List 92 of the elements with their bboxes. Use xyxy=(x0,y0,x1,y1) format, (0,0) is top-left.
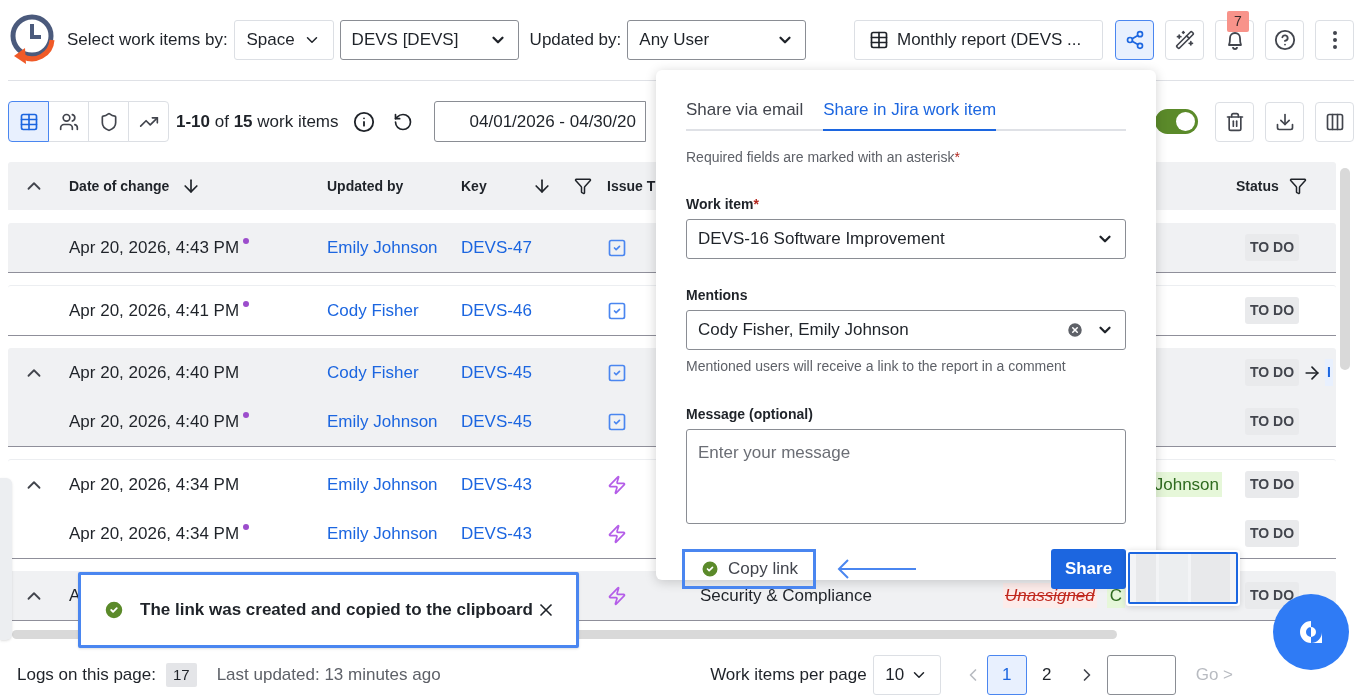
columns-icon xyxy=(1324,111,1345,132)
side-panel-handle[interactable] xyxy=(0,478,12,640)
status-tag: TO DO xyxy=(1245,471,1300,498)
share-tab[interactable]: Share via email xyxy=(686,97,804,131)
copy-link-button[interactable]: Copy link xyxy=(682,548,816,589)
magic-wand-icon xyxy=(1174,30,1195,50)
page-number-field[interactable] xyxy=(1106,655,1176,695)
column-header[interactable]: Issue T xyxy=(607,175,656,197)
per-page-dropdown[interactable]: 10 xyxy=(872,655,941,695)
clear-icon[interactable] xyxy=(1066,320,1084,339)
status-tag: TO DO xyxy=(1245,297,1300,324)
chart-view-tab[interactable] xyxy=(128,101,169,142)
status-tag: TO DO xyxy=(1245,359,1300,386)
shield-view-tab[interactable] xyxy=(88,101,129,142)
status-tag: I xyxy=(1325,359,1333,386)
refresh-icon[interactable] xyxy=(392,111,413,132)
logs-label: Logs on this page: xyxy=(17,664,156,687)
user-link[interactable]: Emily Johnson xyxy=(327,523,438,543)
info-icon[interactable] xyxy=(352,110,375,133)
change-date: Apr 20, 2026, 4:41 PM xyxy=(69,299,240,322)
bell-icon xyxy=(1226,30,1243,50)
users-view-tab[interactable] xyxy=(48,101,89,142)
logs-count: 17 xyxy=(165,662,197,688)
more-icon xyxy=(1332,31,1337,49)
column-header[interactable]: Status xyxy=(1236,175,1279,197)
magic-wand-button[interactable] xyxy=(1165,20,1204,60)
toast-message: The link was created and copied to the clipboard xyxy=(140,599,533,622)
status-tag: TO DO xyxy=(1245,582,1300,609)
column-header[interactable]: Key xyxy=(461,175,487,197)
column-header[interactable]: Date of change xyxy=(69,175,170,197)
work-item-select[interactable]: DEVS-16 Software Improvement xyxy=(686,218,1126,259)
change-date: Apr 20, 2026, 4:34 PM xyxy=(69,473,240,496)
select-by-label: Select work items by: xyxy=(67,29,228,52)
share-button[interactable] xyxy=(1115,20,1154,60)
change-date: Apr 20, 2026, 4:40 PM xyxy=(69,361,240,384)
more-menu-button[interactable] xyxy=(1315,20,1354,60)
page-button[interactable]: 2 xyxy=(1026,655,1067,695)
download-icon xyxy=(1274,111,1295,132)
per-page-label: Work items per page xyxy=(710,664,867,687)
trash-icon xyxy=(1224,111,1245,132)
work-item-label: Work item* xyxy=(686,194,760,214)
mentions-label: Mentions xyxy=(686,285,749,305)
change-date: Apr 20, 2026, 4:40 PM xyxy=(69,410,240,433)
scope-dropdown[interactable]: Space xyxy=(233,20,334,60)
key-link[interactable]: DEVS-45 xyxy=(461,362,532,382)
restore-button[interactable] xyxy=(1215,101,1254,142)
table-icon xyxy=(869,30,889,50)
user-dropdown[interactable]: Any User xyxy=(627,20,807,60)
user-link[interactable]: Emily Johnson xyxy=(327,411,438,431)
date-range-field[interactable]: 04/01/2026 - 04/30/20 xyxy=(433,101,646,142)
message-label: Message (optional) xyxy=(686,404,814,424)
last-updated-text: Last updated: 13 minutes ago xyxy=(216,664,441,687)
download-button[interactable] xyxy=(1265,101,1304,142)
updated-by-label: Updated by: xyxy=(529,29,622,52)
users-icon xyxy=(58,111,79,132)
key-link[interactable]: DEVS-46 xyxy=(461,300,532,320)
user-link[interactable]: Cody Fisher xyxy=(327,300,419,320)
share-icon xyxy=(1124,30,1145,50)
toggle-switch[interactable] xyxy=(1155,109,1198,134)
key-link[interactable]: DEVS-47 xyxy=(461,237,532,257)
share-submit-button[interactable]: Share xyxy=(1051,548,1126,589)
mentions-select[interactable]: Cody Fisher, Emily Johnson xyxy=(686,309,1126,350)
notification-count: 7 xyxy=(1227,11,1249,32)
success-icon xyxy=(103,599,125,621)
user-link[interactable]: Emily Johnson xyxy=(327,474,438,494)
share-tab[interactable]: Share in Jira work item xyxy=(823,97,997,131)
help-icon xyxy=(1273,29,1296,51)
change-date: Apr 20, 2026, 4:34 PM xyxy=(69,522,240,545)
vertical-scrollbar[interactable] xyxy=(1340,168,1350,370)
status-tag: TO DO xyxy=(1245,520,1300,547)
user-link[interactable]: Cody Fisher xyxy=(327,362,419,382)
key-link[interactable]: DEVS-43 xyxy=(461,474,532,494)
status-tag: TO DO xyxy=(1245,408,1300,435)
message-field[interactable]: Enter your message xyxy=(686,428,1126,524)
column-header[interactable]: Updated by xyxy=(327,175,404,197)
user-link[interactable]: Emily Johnson xyxy=(327,237,438,257)
help-button[interactable] xyxy=(1265,20,1304,60)
change-date: Apr 20, 2026, 4:43 PM xyxy=(69,236,240,259)
key-link[interactable]: DEVS-43 xyxy=(461,523,532,543)
key-link[interactable]: DEVS-45 xyxy=(461,411,532,431)
table-view-tab[interactable] xyxy=(8,101,49,142)
required-note: Required fields are marked with an asterisk* xyxy=(686,147,961,167)
filter-icon[interactable] xyxy=(573,177,592,195)
status-tag: TO DO xyxy=(1245,234,1300,261)
results-summary: 1-10 of 15 work items xyxy=(176,110,339,133)
mentions-help: Mentioned users will receive a link to the report in a comment xyxy=(686,356,1067,376)
page-button[interactable]: 1 xyxy=(986,655,1027,695)
table-icon xyxy=(18,111,39,132)
report-button[interactable]: Monthly report (DEVS ... xyxy=(854,20,1103,60)
project-dropdown[interactable]: DEVS [DEVS] xyxy=(339,20,519,60)
columns-button[interactable] xyxy=(1315,101,1354,142)
filter-icon[interactable] xyxy=(1288,177,1307,195)
